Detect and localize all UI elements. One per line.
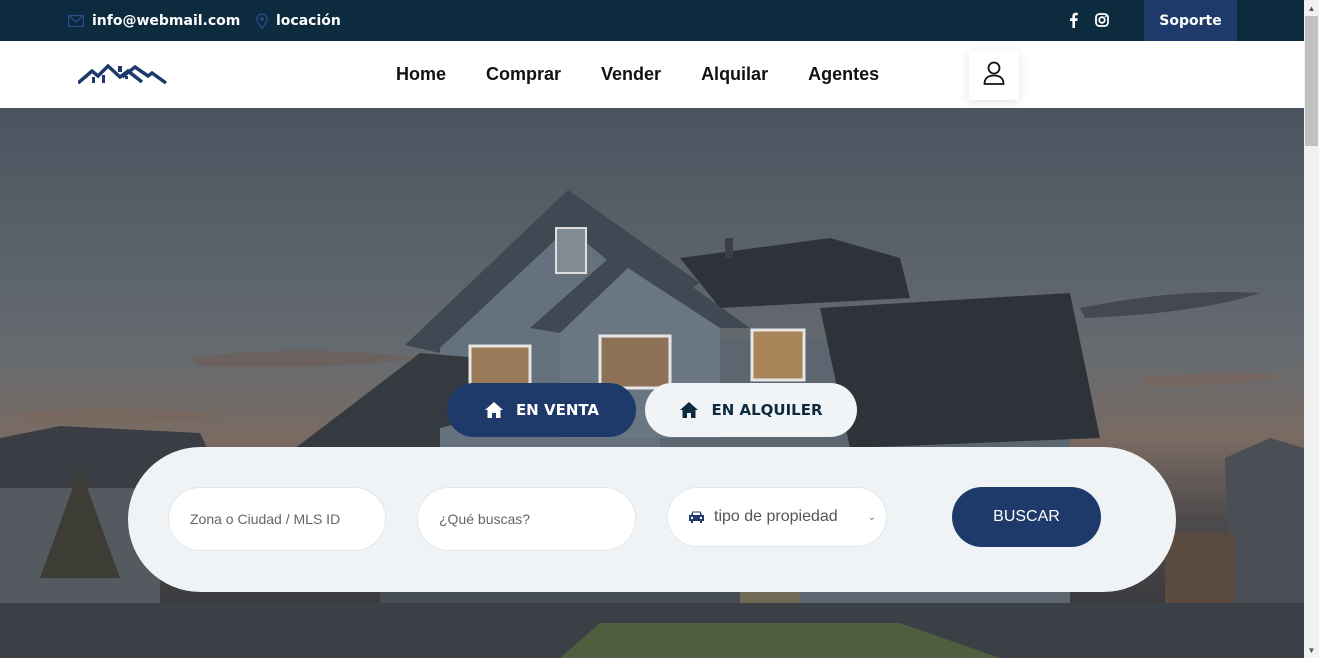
tab-en-alquiler[interactable]: EN ALQUILER xyxy=(645,383,857,437)
chevron-down-icon: ⌄ xyxy=(867,512,876,523)
scroll-up-arrow[interactable]: ▲ xyxy=(1304,0,1319,16)
nav-vender[interactable]: Vender xyxy=(601,64,661,85)
nav-comprar[interactable]: Comprar xyxy=(486,64,561,85)
tab-en-venta-label: EN VENTA xyxy=(515,401,600,419)
instagram-icon[interactable] xyxy=(1094,11,1110,29)
contact-email-text: info@webmail.com xyxy=(92,12,241,29)
zone-input[interactable]: Zona o Ciudad / MLS ID xyxy=(168,487,386,551)
zone-input-placeholder: Zona o Ciudad / MLS ID xyxy=(190,511,341,527)
scroll-down-arrow[interactable]: ▼ xyxy=(1304,642,1319,658)
nav-menu: Home Comprar Vender Alquilar Agentes xyxy=(396,41,919,108)
car-icon xyxy=(688,510,705,524)
property-type-select[interactable]: tipo de propiedad ⌄ xyxy=(667,487,887,547)
support-button[interactable]: Soporte xyxy=(1144,0,1237,41)
nav-agentes[interactable]: Agentes xyxy=(808,64,879,85)
logo[interactable] xyxy=(76,63,168,87)
map-pin-icon xyxy=(256,12,268,29)
user-icon xyxy=(983,61,1005,90)
top-bar: info@webmail.com locación Soporte xyxy=(0,0,1304,41)
main-navbar: Home Comprar Vender Alquilar Agentes xyxy=(0,41,1304,108)
home-icon xyxy=(680,402,699,418)
tab-en-alquiler-label: EN ALQUILER xyxy=(711,401,823,419)
what-input[interactable]: ¿Qué buscas? xyxy=(417,487,636,551)
nav-home[interactable]: Home xyxy=(396,64,446,85)
search-panel: Zona o Ciudad / MLS ID ¿Qué buscas? tipo… xyxy=(128,447,1176,592)
tab-en-venta[interactable]: EN VENTA xyxy=(447,383,636,437)
facebook-icon[interactable] xyxy=(1066,11,1080,29)
home-icon xyxy=(484,402,503,418)
search-button[interactable]: BUSCAR xyxy=(952,487,1101,547)
user-account-button[interactable] xyxy=(969,51,1019,100)
scrollbar-thumb[interactable] xyxy=(1305,16,1318,146)
property-type-value: tipo de propiedad xyxy=(714,508,838,525)
nav-alquilar[interactable]: Alquilar xyxy=(701,64,768,85)
contact-location[interactable]: locación xyxy=(256,0,341,41)
what-input-placeholder: ¿Qué buscas? xyxy=(439,511,531,527)
hero-section: EN VENTA EN ALQUILER Zona o Ciudad / MLS… xyxy=(0,108,1304,658)
contact-email[interactable]: info@webmail.com xyxy=(68,0,240,41)
contact-location-text: locación xyxy=(276,12,341,29)
mail-icon xyxy=(68,14,84,27)
